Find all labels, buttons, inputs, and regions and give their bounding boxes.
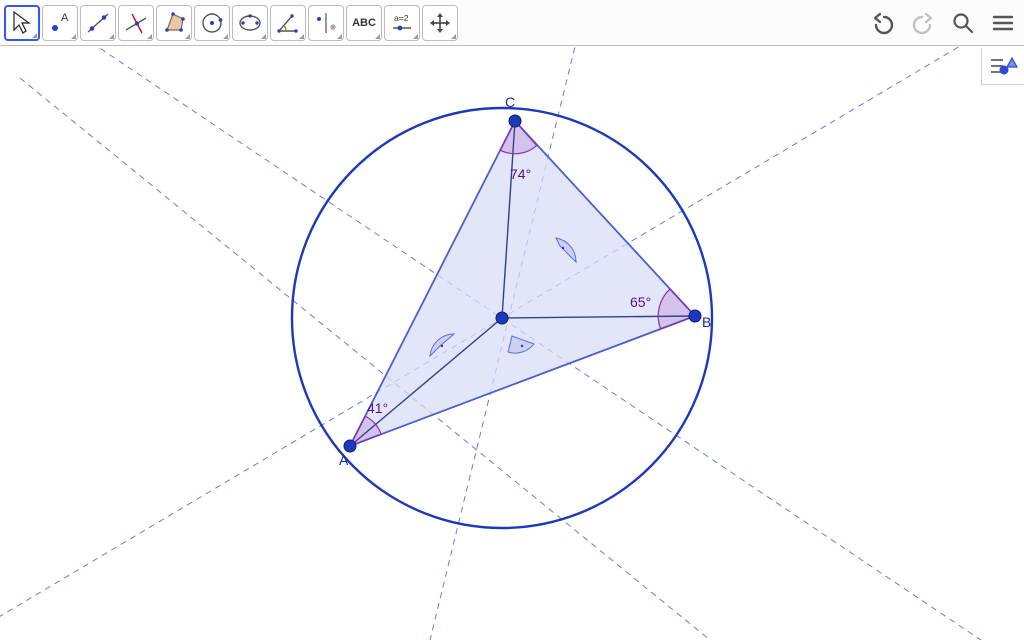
tool-move[interactable]: [4, 5, 40, 41]
text-icon-label: ABC: [352, 17, 376, 29]
tool-reflect[interactable]: [308, 5, 344, 41]
menu-button[interactable]: [988, 8, 1018, 38]
tool-point[interactable]: A: [42, 5, 78, 41]
svg-text:a=2: a=2: [394, 13, 409, 23]
geometry-canvas[interactable]: A B C 41° 65° 74°: [0, 46, 1024, 640]
right-tools: [868, 0, 1018, 46]
tool-group: A: [4, 5, 458, 41]
label-point-c: C: [505, 94, 515, 110]
tool-text[interactable]: ABC: [346, 5, 382, 41]
tool-move-view[interactable]: [422, 5, 458, 41]
redo-button[interactable]: [908, 8, 938, 38]
tool-angle[interactable]: [270, 5, 306, 41]
label-point-a: A: [339, 452, 348, 468]
tool-circle[interactable]: [194, 5, 230, 41]
slider-icon: a=2: [389, 10, 415, 36]
tool-slider[interactable]: a=2: [384, 5, 420, 41]
reflect-icon: [313, 10, 339, 36]
tool-ellipse[interactable]: [232, 5, 268, 41]
point-c[interactable]: [509, 115, 521, 127]
tool-perpendicular[interactable]: [118, 5, 154, 41]
menu-icon: [991, 11, 1015, 35]
undo-button[interactable]: [868, 8, 898, 38]
perp-icon: [123, 10, 149, 36]
label-angle-c: 74°: [510, 166, 531, 182]
point-center[interactable]: [496, 312, 508, 324]
polygon-icon: [161, 10, 187, 36]
angle-icon: [275, 10, 301, 36]
search-icon: [951, 11, 975, 35]
move-view-icon: [427, 10, 453, 36]
label-angle-b: 65°: [630, 294, 651, 310]
style-panel-toggle[interactable]: [981, 48, 1024, 85]
toolbar: A: [0, 0, 1024, 46]
style-panel-icon: [988, 54, 1018, 78]
point-icon: A: [47, 10, 73, 36]
point-b[interactable]: [689, 310, 701, 322]
point-a[interactable]: [344, 440, 356, 452]
label-point-b: B: [702, 314, 711, 330]
svg-text:A: A: [61, 12, 69, 24]
label-angle-a: 41°: [367, 400, 388, 416]
circle-center-icon: [199, 10, 225, 36]
redo-icon: [911, 11, 935, 35]
ellipse-icon: [237, 10, 263, 36]
tool-line[interactable]: [80, 5, 116, 41]
search-button[interactable]: [948, 8, 978, 38]
line-icon: [85, 10, 111, 36]
tool-polygon[interactable]: [156, 5, 192, 41]
undo-icon: [871, 11, 895, 35]
